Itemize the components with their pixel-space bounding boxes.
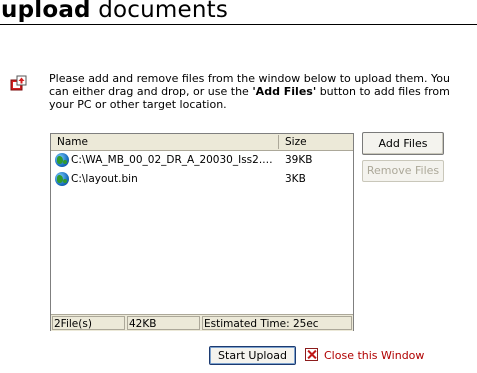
upload-file-icon (10, 75, 27, 91)
file-row[interactable]: C:\layout.bin 3KB (51, 171, 353, 187)
page-header: upload documents (0, 0, 477, 25)
status-total-size: 42KB (127, 316, 200, 330)
globe-icon (55, 153, 69, 167)
add-files-button[interactable]: Add Files (362, 132, 444, 155)
status-estimated-time: Estimated Time: 25ec (202, 316, 352, 330)
close-x-glyph (306, 349, 317, 360)
column-header-name[interactable]: Name (57, 134, 88, 150)
file-list-panel[interactable]: Name Size C:\WA_MB_00_02_DR_A_20030_Iss2… (50, 133, 354, 331)
page-title: upload documents (1, 0, 228, 24)
file-name: C:\layout.bin (71, 173, 138, 185)
start-upload-button[interactable]: Start Upload (209, 346, 296, 365)
remove-files-button[interactable]: Remove Files (362, 160, 444, 182)
file-size: 3KB (285, 173, 306, 185)
file-size: 39KB (285, 154, 313, 166)
instructions-text: Please add and remove files from the win… (49, 72, 473, 111)
page-title-rest: documents (90, 0, 229, 23)
page-title-bold: upload (1, 0, 91, 23)
globe-icon (55, 172, 69, 186)
close-window-link[interactable]: Close this Window (324, 349, 424, 362)
instructions-add-files-emphasis: 'Add Files' (252, 85, 317, 98)
status-file-count: 2File(s) (52, 316, 125, 330)
column-header-size[interactable]: Size (285, 134, 307, 150)
file-list-header: Name Size (51, 134, 353, 151)
file-name: C:\WA_MB_00_02_DR_A_20030_Iss2.dwg (71, 154, 277, 166)
close-icon[interactable] (305, 348, 318, 361)
column-divider[interactable] (278, 135, 279, 149)
file-row[interactable]: C:\WA_MB_00_02_DR_A_20030_Iss2.dwg 39KB (51, 152, 353, 168)
file-list-status-bar: 2File(s) 42KB Estimated Time: 25ec (51, 314, 353, 331)
